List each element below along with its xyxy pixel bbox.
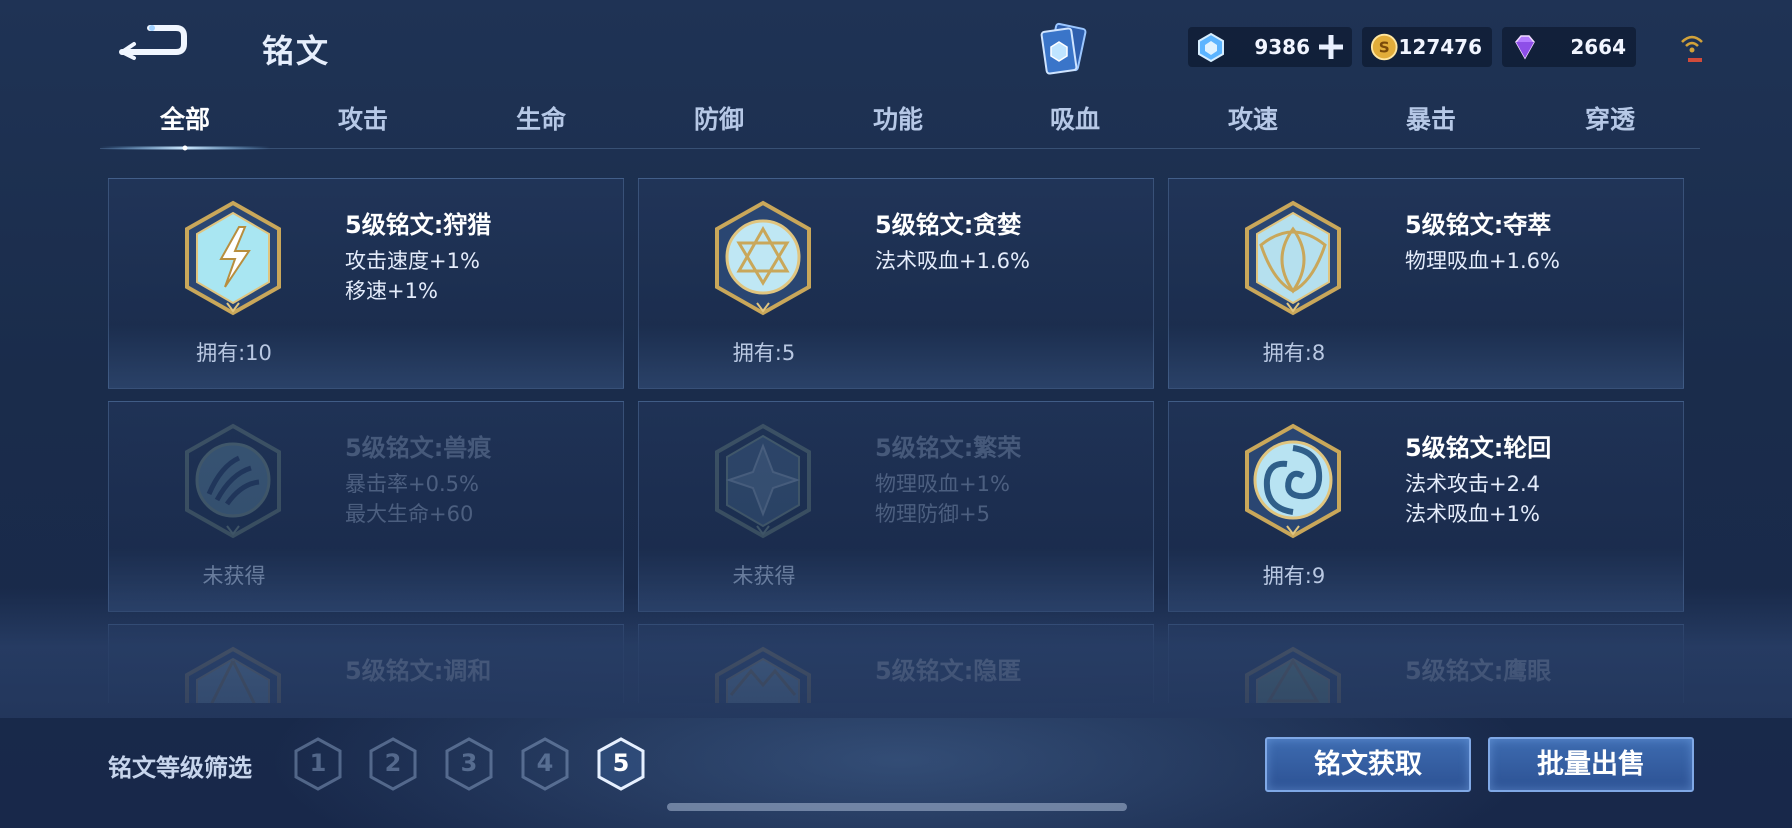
not-owned-label: 未获得 [732, 564, 796, 588]
owned-count: 拥有:9 [1262, 564, 1326, 588]
plus-icon[interactable] [1316, 32, 1346, 62]
tab-divider [100, 148, 1700, 149]
hex-coupon-icon [1198, 32, 1224, 62]
home-indicator[interactable] [667, 803, 1127, 811]
tab-attack-speed[interactable]: 攻速 [1183, 100, 1323, 136]
inscription-name: 5级铭文:鹰眼 [1405, 657, 1552, 685]
peak-emblem-icon [185, 646, 281, 703]
tab-attack[interactable]: 攻击 [293, 100, 433, 136]
inscription-name: 5级铭文:轮回 [1405, 434, 1552, 462]
level-number: 1 [309, 749, 327, 777]
top-bar: 铭文 9386 S 127476 2664 [0, 0, 1792, 95]
claw-emblem-icon [185, 423, 281, 539]
inscription-stat: 最大生命+60 [345, 502, 474, 526]
inscription-stat: 法术吸血+1.6% [875, 249, 1030, 273]
back-arrow-icon[interactable] [112, 22, 190, 62]
level-number: 4 [536, 749, 554, 777]
level-filter-2[interactable]: 2 [367, 736, 419, 792]
lightning-emblem-icon [185, 200, 281, 316]
level-filter-1[interactable]: 1 [292, 736, 344, 792]
gold-amount: 127476 [1398, 35, 1483, 59]
eye-emblem-icon [1245, 646, 1341, 703]
tab-function[interactable]: 功能 [828, 100, 968, 136]
crystal-emblem-icon [715, 423, 811, 539]
inscription-stat: 暴击率+0.5% [345, 472, 479, 496]
tab-all[interactable]: 全部 [115, 100, 255, 136]
level-filter-3[interactable]: 3 [443, 736, 495, 792]
swirl-emblem-icon [1245, 423, 1341, 539]
level-filter-label: 铭文等级筛选 [108, 754, 252, 782]
inscription-stat: 移速+1% [345, 279, 438, 303]
tab-penetration[interactable]: 穿透 [1540, 100, 1680, 136]
inscription-name: 5级铭文:贪婪 [875, 211, 1022, 239]
tab-health[interactable]: 生命 [471, 100, 611, 136]
knot-emblem-icon [1245, 200, 1341, 316]
wifi-signal-icon [1681, 35, 1703, 62]
mountain-emblem-icon [715, 646, 811, 703]
star-circle-emblem-icon [715, 200, 811, 316]
inscription-card-locked[interactable]: 5级铭文:繁荣 物理吸血+1% 物理防御+5 未获得 [638, 401, 1154, 612]
level-filter-5[interactable]: 5 [595, 736, 647, 792]
gold-currency: S 127476 [1362, 27, 1492, 67]
active-tab-underline [100, 145, 270, 151]
inscription-card-locked[interactable]: 5级铭文:兽痕 暴击率+0.5% 最大生命+60 未获得 [108, 401, 624, 612]
gold-coin-icon: S [1370, 33, 1398, 61]
inscription-card[interactable]: 5级铭文:鹰眼 [1168, 624, 1684, 703]
level-number: 2 [384, 749, 402, 777]
inscription-stat: 物理吸血+1.6% [1405, 249, 1560, 273]
tab-lifesteal[interactable]: 吸血 [1005, 100, 1145, 136]
not-owned-label: 未获得 [202, 564, 266, 588]
owned-count: 拥有:8 [1262, 341, 1326, 365]
tab-defense[interactable]: 防御 [649, 100, 789, 136]
inscription-name: 5级铭文:调和 [345, 657, 492, 685]
inscription-name: 5级铭文:狩猎 [345, 211, 492, 239]
inscription-card[interactable]: 5级铭文:轮回 法术攻击+2.4 法术吸血+1% 拥有:9 [1168, 401, 1684, 612]
inscription-card[interactable]: 5级铭文:隐匿 [638, 624, 1154, 703]
diamond-amount: 2664 [1570, 35, 1626, 59]
owned-count: 拥有:5 [732, 341, 796, 365]
svg-text:S: S [1379, 39, 1390, 57]
bulk-sell-button[interactable]: 批量出售 [1488, 737, 1694, 792]
level-filter-4[interactable]: 4 [519, 736, 571, 792]
inscription-stat: 法术攻击+2.4 [1405, 472, 1540, 496]
tab-critical[interactable]: 暴击 [1361, 100, 1501, 136]
inscription-name: 5级铭文:兽痕 [345, 434, 492, 462]
inscription-name: 5级铭文:隐匿 [875, 657, 1022, 685]
card-pack-icon[interactable] [1038, 20, 1090, 78]
inscription-stat: 攻击速度+1% [345, 249, 480, 273]
coupon-amount: 9386 [1254, 35, 1310, 59]
inscription-stat: 法术吸血+1% [1405, 502, 1540, 526]
diamond-currency: 2664 [1502, 27, 1636, 67]
level-number: 3 [460, 749, 478, 777]
inscription-card[interactable]: 5级铭文:狩猎 攻击速度+1% 移速+1% 拥有:10 [108, 178, 624, 389]
inscription-grid: 5级铭文:狩猎 攻击速度+1% 移速+1% 拥有:10 5级铭文:贪婪 法术吸血… [108, 178, 1684, 703]
category-tabs: 全部 攻击 生命 防御 功能 吸血 攻速 暴击 穿透 [100, 100, 1700, 150]
page-title: 铭文 [262, 32, 331, 70]
inscription-card[interactable]: 5级铭文:调和 [108, 624, 624, 703]
inscription-name: 5级铭文:夺萃 [1405, 211, 1552, 239]
purple-diamond-icon [1515, 35, 1535, 60]
owned-count: 拥有:10 [196, 341, 272, 365]
inscription-stat: 物理吸血+1% [875, 472, 1010, 496]
inscription-stat: 物理防御+5 [875, 502, 990, 526]
level-number: 5 [612, 749, 630, 777]
inscription-card[interactable]: 5级铭文:夺萃 物理吸血+1.6% 拥有:8 [1168, 178, 1684, 389]
acquire-inscription-button[interactable]: 铭文获取 [1265, 737, 1471, 792]
inscription-name: 5级铭文:繁荣 [875, 434, 1022, 462]
inscription-card[interactable]: 5级铭文:贪婪 法术吸血+1.6% 拥有:5 [638, 178, 1154, 389]
coupon-currency[interactable]: 9386 [1188, 27, 1352, 67]
